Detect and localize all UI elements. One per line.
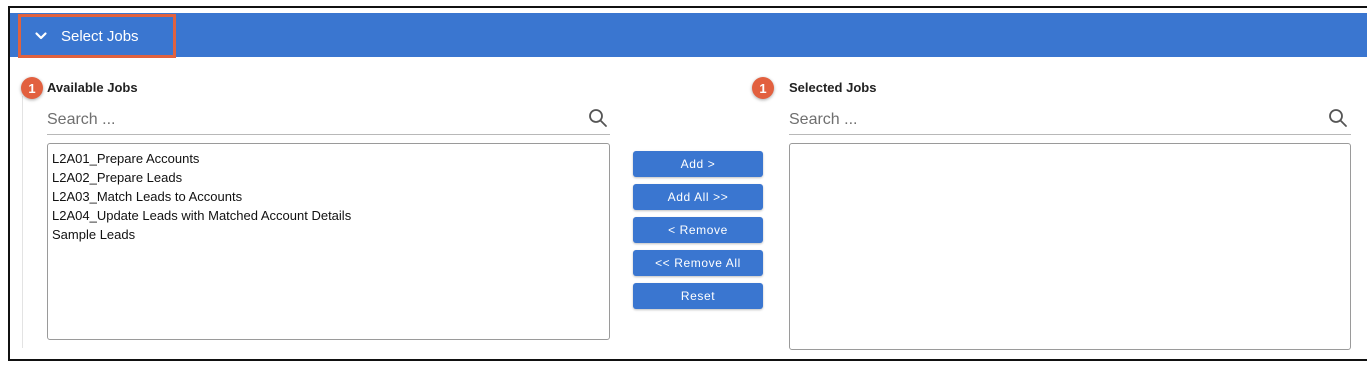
available-jobs-title: Available Jobs — [47, 80, 138, 95]
divider — [22, 96, 23, 348]
chevron-down-icon — [34, 28, 50, 44]
search-icon[interactable] — [1328, 108, 1348, 128]
remove-all-button[interactable]: << Remove All — [633, 250, 763, 276]
list-item[interactable]: L2A03_Match Leads to Accounts — [52, 187, 605, 206]
available-search-input[interactable] — [47, 108, 610, 135]
section-header: Select Jobs — [10, 13, 1367, 58]
add-all-button[interactable]: Add All >> — [633, 184, 763, 210]
search-icon[interactable] — [588, 108, 608, 128]
list-item[interactable]: L2A04_Update Leads with Matched Account … — [52, 206, 605, 225]
step-marker-available: 1 — [21, 77, 43, 99]
selected-search-input[interactable] — [789, 108, 1351, 135]
section-title: Select Jobs — [61, 27, 139, 45]
selected-jobs-title: Selected Jobs — [789, 80, 877, 95]
list-item[interactable]: L2A02_Prepare Leads — [52, 168, 605, 187]
list-item[interactable]: L2A01_Prepare Accounts — [52, 149, 605, 168]
list-item[interactable]: Sample Leads — [52, 225, 605, 244]
selected-jobs-list[interactable] — [789, 143, 1351, 350]
reset-button[interactable]: Reset — [633, 283, 763, 309]
remove-button[interactable]: < Remove — [633, 217, 763, 243]
add-button[interactable]: Add > — [633, 151, 763, 177]
available-jobs-list[interactable]: L2A01_Prepare Accounts L2A02_Prepare Lea… — [47, 143, 610, 340]
step-marker-selected: 1 — [752, 77, 774, 99]
select-jobs-toggle[interactable]: Select Jobs — [18, 14, 176, 58]
